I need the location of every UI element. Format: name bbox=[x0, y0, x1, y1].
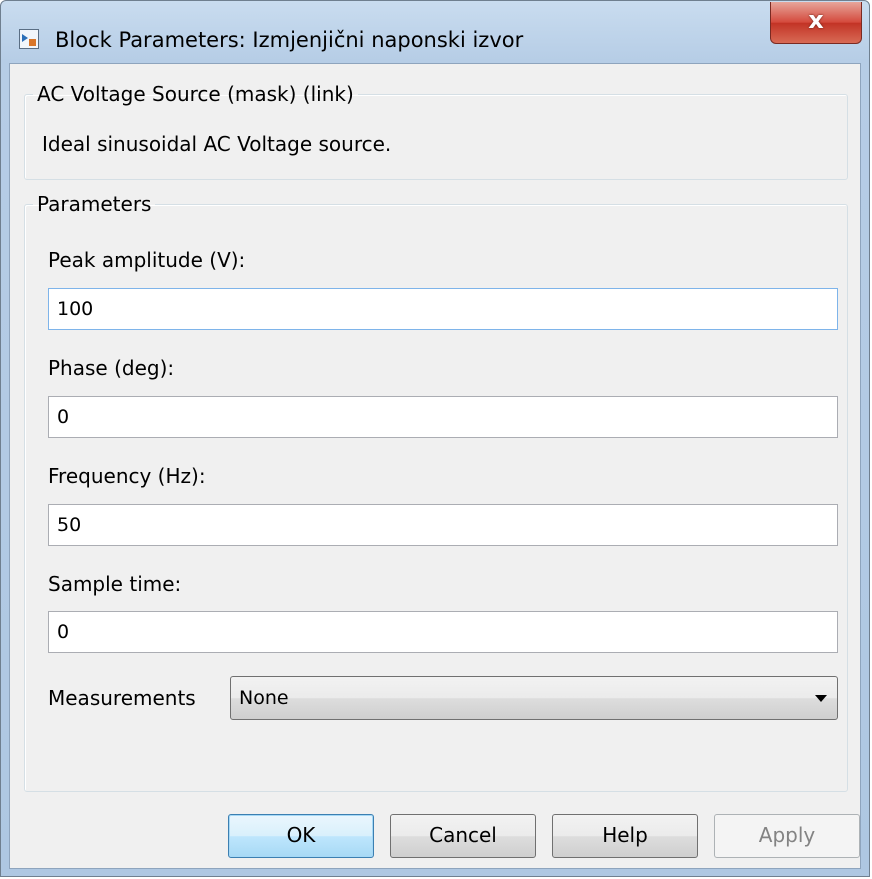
dialog-window: Block Parameters: Izmjenjični naponski i… bbox=[0, 0, 870, 877]
window-title: Block Parameters: Izmjenjični naponski i… bbox=[55, 28, 524, 52]
phase-label: Phase (deg): bbox=[48, 356, 175, 380]
ok-button[interactable]: OK bbox=[228, 814, 374, 858]
measurements-dropdown[interactable]: None bbox=[230, 676, 838, 720]
description-group: AC Voltage Source (mask) (link) bbox=[24, 82, 848, 180]
sample-time-label: Sample time: bbox=[48, 572, 182, 596]
peak-amplitude-input[interactable] bbox=[48, 288, 838, 330]
cancel-button[interactable]: Cancel bbox=[390, 814, 536, 858]
sample-time-input[interactable] bbox=[48, 611, 838, 653]
peak-amplitude-label: Peak amplitude (V): bbox=[48, 248, 246, 272]
close-button[interactable]: x bbox=[770, 2, 862, 44]
title-bar[interactable]: Block Parameters: Izmjenjični naponski i… bbox=[1, 1, 869, 63]
phase-input[interactable] bbox=[48, 396, 838, 438]
close-icon: x bbox=[808, 6, 824, 34]
apply-button[interactable]: Apply bbox=[714, 814, 860, 858]
measurements-label: Measurements bbox=[48, 686, 196, 710]
frequency-label: Frequency (Hz): bbox=[48, 464, 206, 488]
dialog-body: AC Voltage Source (mask) (link) Ideal si… bbox=[9, 63, 861, 869]
simulink-block-icon bbox=[19, 29, 39, 49]
frequency-input[interactable] bbox=[48, 504, 838, 546]
chevron-down-icon bbox=[815, 695, 827, 702]
help-button[interactable]: Help bbox=[552, 814, 698, 858]
parameters-legend: Parameters bbox=[37, 192, 152, 216]
measurements-selected-value: None bbox=[239, 687, 289, 709]
block-description: Ideal sinusoidal AC Voltage source. bbox=[42, 132, 392, 156]
description-legend: AC Voltage Source (mask) (link) bbox=[37, 82, 354, 106]
